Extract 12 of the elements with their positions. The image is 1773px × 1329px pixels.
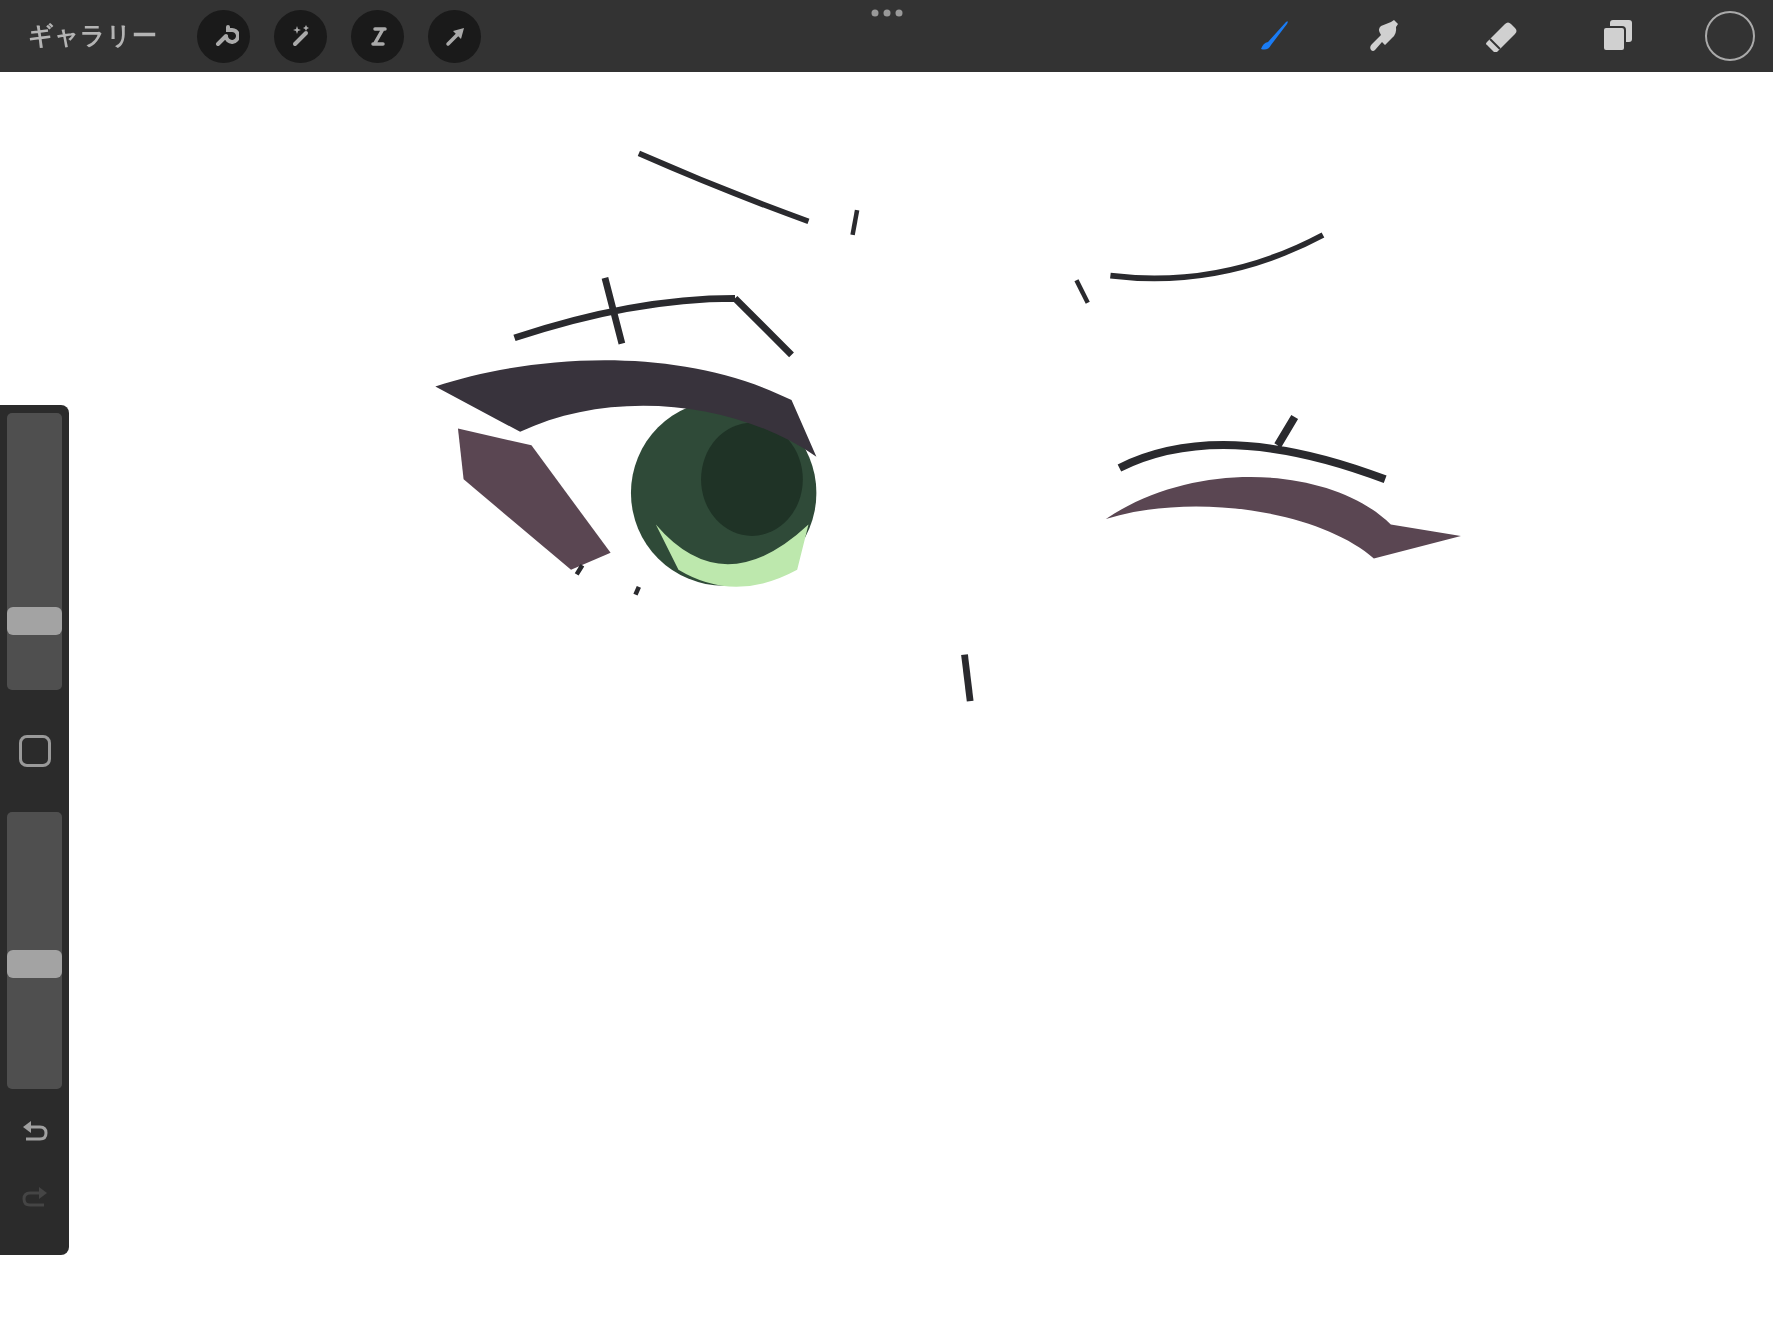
modify-button[interactable] — [18, 735, 51, 767]
magic-wand-button[interactable] — [274, 9, 327, 63]
more-icon[interactable] — [869, 8, 904, 18]
slider-thumb[interactable] — [7, 606, 62, 635]
slider[interactable] — [7, 413, 62, 690]
slider[interactable] — [7, 812, 62, 1089]
slider-thumb[interactable] — [7, 950, 62, 979]
color-swatch[interactable] — [1705, 11, 1755, 61]
arrow-button[interactable] — [428, 9, 481, 63]
wrench-button[interactable] — [197, 9, 250, 63]
selection-button[interactable] — [351, 9, 404, 63]
gallery-button[interactable]: ギャラリー — [28, 17, 157, 55]
